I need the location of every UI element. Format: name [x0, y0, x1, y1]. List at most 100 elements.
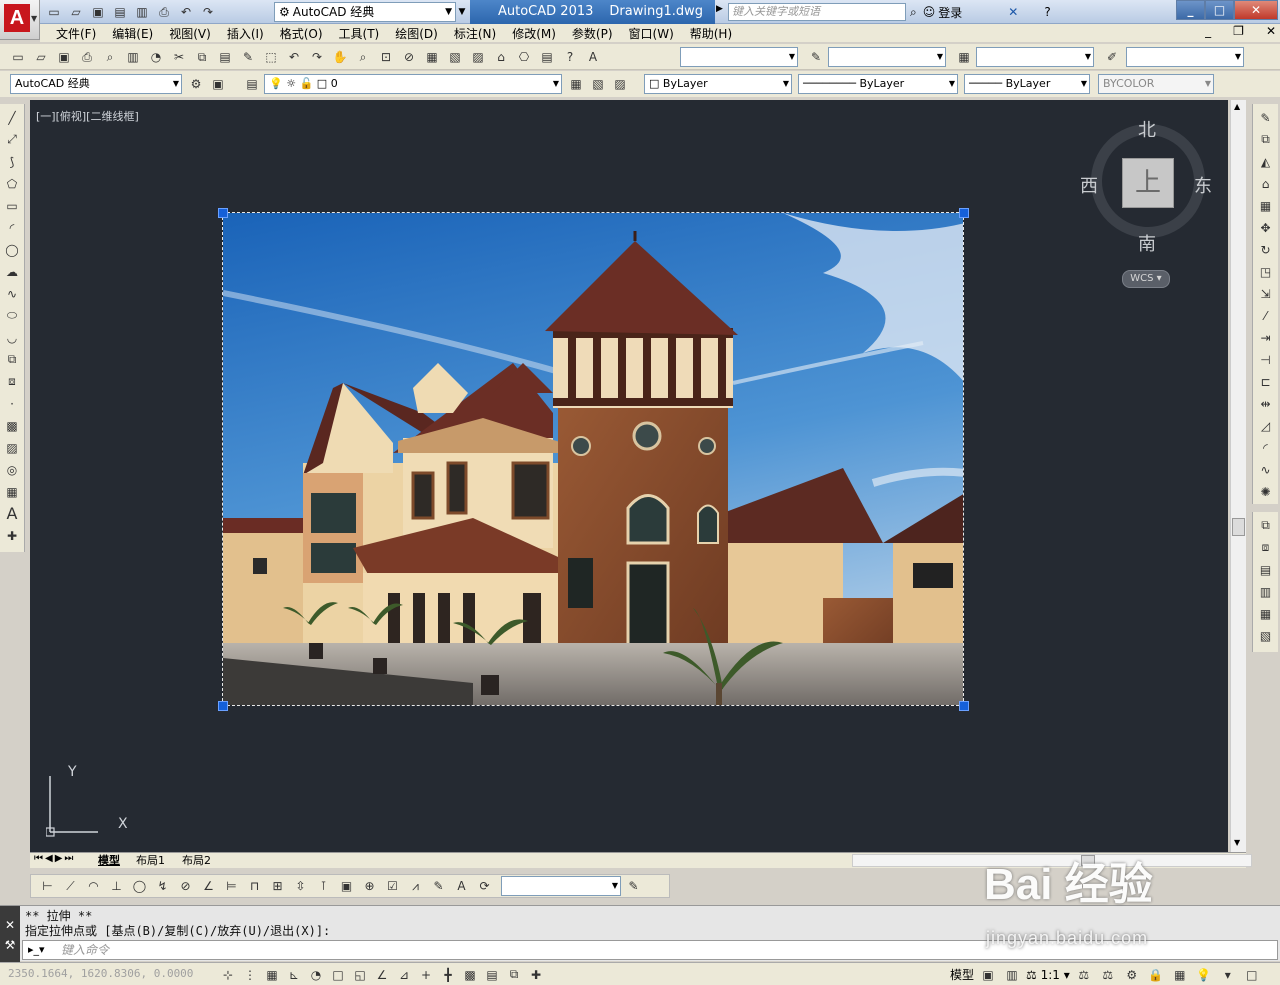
- tab-model[interactable]: 模型: [98, 853, 120, 869]
- command-prompt-icon[interactable]: ▸_▾: [28, 943, 45, 956]
- gradient-icon[interactable]: ▨: [2, 438, 22, 457]
- markup-icon[interactable]: ⎔: [514, 47, 534, 67]
- aligned-dim-icon[interactable]: ⟋: [60, 876, 81, 896]
- join-icon[interactable]: ⇹: [1256, 394, 1276, 413]
- publish-icon[interactable]: ▥: [132, 3, 152, 21]
- line-icon[interactable]: ╱: [2, 108, 22, 127]
- layer-dropdown[interactable]: 💡 ☼ 🔓 □ 0 ▼: [264, 74, 562, 94]
- close-button[interactable]: ✕: [1234, 0, 1278, 20]
- break-at-point-icon[interactable]: ⊣: [1256, 350, 1276, 369]
- compass-west[interactable]: 西: [1080, 172, 1098, 198]
- lineweight-dropdown[interactable]: ───── ByLayer ▼: [964, 74, 1090, 94]
- text-style-dropdown[interactable]: ▼: [680, 47, 798, 67]
- send-under-icon[interactable]: ▥: [1256, 582, 1276, 601]
- tab-layout1[interactable]: 布局1: [136, 853, 165, 869]
- break-icon[interactable]: ⊏: [1256, 372, 1276, 391]
- new-file-icon[interactable]: ▭: [44, 3, 64, 21]
- lineweight-icon[interactable]: ╋: [438, 965, 458, 985]
- viewcube-top-face[interactable]: 上: [1122, 158, 1174, 208]
- wcs-menu-button[interactable]: WCS ▾: [1122, 270, 1170, 288]
- close-icon[interactable]: ✕: [0, 918, 20, 932]
- point-icon[interactable]: ·: [2, 394, 22, 413]
- ellipse-icon[interactable]: ⬭: [2, 306, 22, 325]
- login-button[interactable]: ☺ 登录: [923, 4, 963, 21]
- polar-tracking-icon[interactable]: ◔: [306, 965, 326, 985]
- diameter-dim-icon[interactable]: ⊘: [175, 876, 196, 896]
- menu-format[interactable]: 格式(O): [280, 25, 323, 42]
- bring-above-icon[interactable]: ▤: [1256, 560, 1276, 579]
- menu-edit[interactable]: 编辑(E): [112, 25, 153, 42]
- make-current-layer-icon[interactable]: ▦: [566, 74, 586, 94]
- plotstyle-dropdown[interactable]: BYCOLOR ▼: [1098, 74, 1214, 94]
- mirror-icon[interactable]: ◭: [1256, 152, 1276, 171]
- fillet-icon[interactable]: ◜: [1256, 438, 1276, 457]
- construction-line-icon[interactable]: ⤢: [2, 130, 22, 149]
- zoom-realtime-icon[interactable]: ⌕: [353, 47, 373, 67]
- properties-icon[interactable]: ▦: [422, 47, 442, 67]
- grid-display-icon[interactable]: ▦: [262, 965, 282, 985]
- annotation-visibility-icon[interactable]: ⚖: [1074, 965, 1094, 985]
- rotate-icon[interactable]: ↻: [1256, 240, 1276, 259]
- clean-screen-icon[interactable]: □: [1242, 965, 1262, 985]
- 3d-dwf-icon[interactable]: ◔: [146, 47, 166, 67]
- tool-palettes-icon[interactable]: ▨: [468, 47, 488, 67]
- object-snap-tracking-icon[interactable]: ∠: [372, 965, 392, 985]
- search-input[interactable]: 键入关键字或短语: [728, 3, 906, 21]
- quick-view-drawings-icon[interactable]: ▥: [1002, 965, 1022, 985]
- compass-east[interactable]: 东: [1194, 172, 1212, 198]
- trim-icon[interactable]: ⁄: [1256, 306, 1276, 325]
- status-menu-icon[interactable]: ▾: [1218, 965, 1238, 985]
- radius-dim-icon[interactable]: ◯: [129, 876, 150, 896]
- make-block-icon[interactable]: ⧈: [2, 372, 22, 391]
- design-center-icon[interactable]: ▧: [445, 47, 465, 67]
- vertical-scroll-thumb[interactable]: [1232, 518, 1245, 536]
- isolate-objects-icon[interactable]: 💡: [1194, 965, 1214, 985]
- grip-top-left[interactable]: [218, 208, 228, 218]
- toolbar-lock-icon[interactable]: 🔒: [1146, 965, 1166, 985]
- grip-bottom-left[interactable]: [218, 701, 228, 711]
- application-menu-button[interactable]: A ▼: [0, 0, 40, 40]
- dim-style-icon[interactable]: ✎: [623, 876, 644, 896]
- linear-dim-icon[interactable]: ⊢: [37, 876, 58, 896]
- move-icon[interactable]: ✥: [1256, 218, 1276, 237]
- scale-icon[interactable]: ◳: [1256, 262, 1276, 281]
- hatch-icon[interactable]: ▩: [2, 416, 22, 435]
- new-icon[interactable]: ▭: [8, 47, 28, 67]
- save-as-icon[interactable]: ▤: [110, 3, 130, 21]
- sheet-set-icon[interactable]: ⌂: [491, 47, 511, 67]
- menu-insert[interactable]: 插入(I): [227, 25, 264, 42]
- scroll-down-icon[interactable]: ▼: [1234, 838, 1240, 847]
- stretch-icon[interactable]: ⇲: [1256, 284, 1276, 303]
- publish-icon[interactable]: ▥: [123, 47, 143, 67]
- add-selected-icon[interactable]: ✚: [2, 526, 22, 545]
- menu-window[interactable]: 窗口(W): [629, 25, 674, 42]
- dim-style-icon[interactable]: ✎: [806, 47, 826, 67]
- menu-parametric[interactable]: 参数(P): [572, 25, 613, 42]
- transparency-icon[interactable]: ▩: [460, 965, 480, 985]
- undo-icon[interactable]: ↶: [284, 47, 304, 67]
- dynamic-ucs-icon[interactable]: ⊿: [394, 965, 414, 985]
- jogged-linear-icon[interactable]: ⩘: [405, 876, 426, 896]
- jogged-dim-icon[interactable]: ↯: [152, 876, 173, 896]
- rectangle-icon[interactable]: ▭: [2, 196, 22, 215]
- revcloud-icon[interactable]: ☁: [2, 262, 22, 281]
- center-mark-icon[interactable]: ⊕: [359, 876, 380, 896]
- viewcube[interactable]: 上 北 南 西 东: [1080, 120, 1212, 255]
- insert-block-icon[interactable]: ⧉: [2, 350, 22, 369]
- zoom-previous-icon[interactable]: ⊘: [399, 47, 419, 67]
- menu-view[interactable]: 视图(V): [169, 25, 211, 42]
- doc-close-button[interactable]: ✕: [1266, 24, 1276, 38]
- menu-file[interactable]: 文件(F): [56, 25, 96, 42]
- copy-icon[interactable]: ⧉: [1256, 130, 1276, 149]
- offset-icon[interactable]: ⌂: [1256, 174, 1276, 193]
- ortho-mode-icon[interactable]: ⊾: [284, 965, 304, 985]
- selection-cycling-icon[interactable]: ⧉: [504, 965, 524, 985]
- erase-icon[interactable]: ✎: [1256, 108, 1276, 127]
- menu-help[interactable]: 帮助(H): [690, 25, 732, 42]
- save-icon[interactable]: ▣: [54, 47, 74, 67]
- table-icon[interactable]: ▦: [2, 482, 22, 501]
- auto-scale-icon[interactable]: ⚖: [1098, 965, 1118, 985]
- binoculars-icon[interactable]: ⌕: [910, 5, 917, 20]
- dim-space-icon[interactable]: ⇳: [290, 876, 311, 896]
- workspace-switching-icon[interactable]: ⚙: [1122, 965, 1142, 985]
